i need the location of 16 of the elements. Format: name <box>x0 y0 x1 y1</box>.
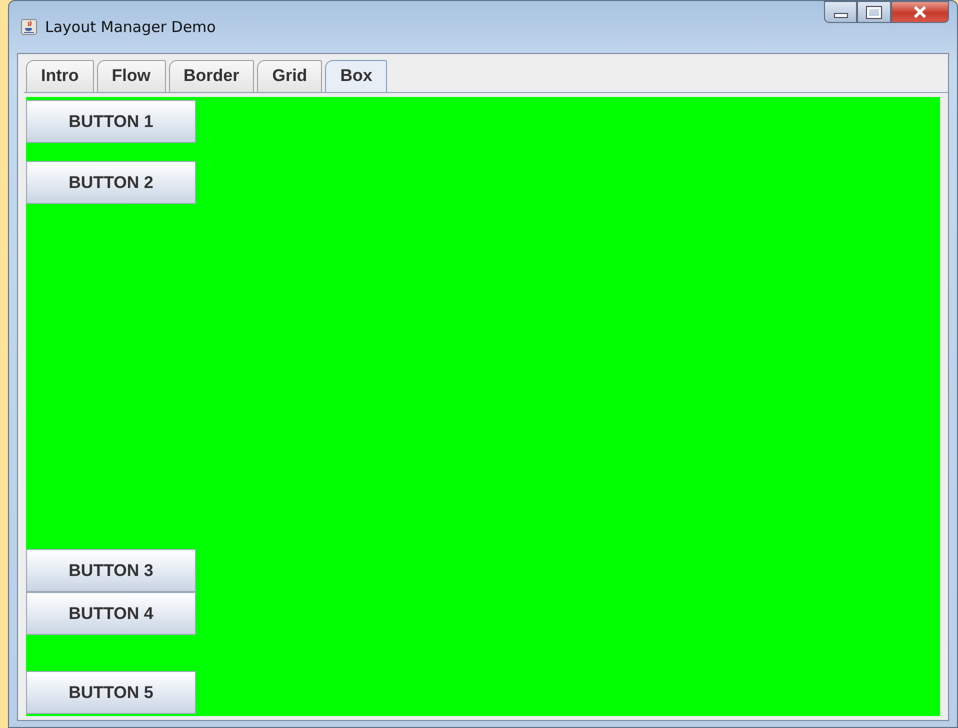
tab[interactable]: Flow <box>96 60 166 92</box>
tab[interactable]: Box <box>325 60 388 92</box>
maximize-button[interactable] <box>857 1 891 23</box>
panel-button[interactable]: BUTTON 5 <box>26 671 196 714</box>
panel-button[interactable]: BUTTON 1 <box>26 100 196 143</box>
cup-icon <box>21 19 37 35</box>
tab[interactable]: Grid <box>257 60 322 92</box>
panel-button[interactable]: BUTTON 4 <box>26 592 196 635</box>
panel-button[interactable]: BUTTON 3 <box>26 549 196 592</box>
tab[interactable]: Border <box>168 60 254 92</box>
tab[interactable]: Intro <box>26 60 94 92</box>
panel-button[interactable]: BUTTON 2 <box>26 161 196 204</box>
close-icon <box>913 6 927 18</box>
minimize-button[interactable] <box>824 1 857 23</box>
close-button[interactable] <box>891 1 949 23</box>
window-title: Layout Manager Demo <box>45 18 216 36</box>
